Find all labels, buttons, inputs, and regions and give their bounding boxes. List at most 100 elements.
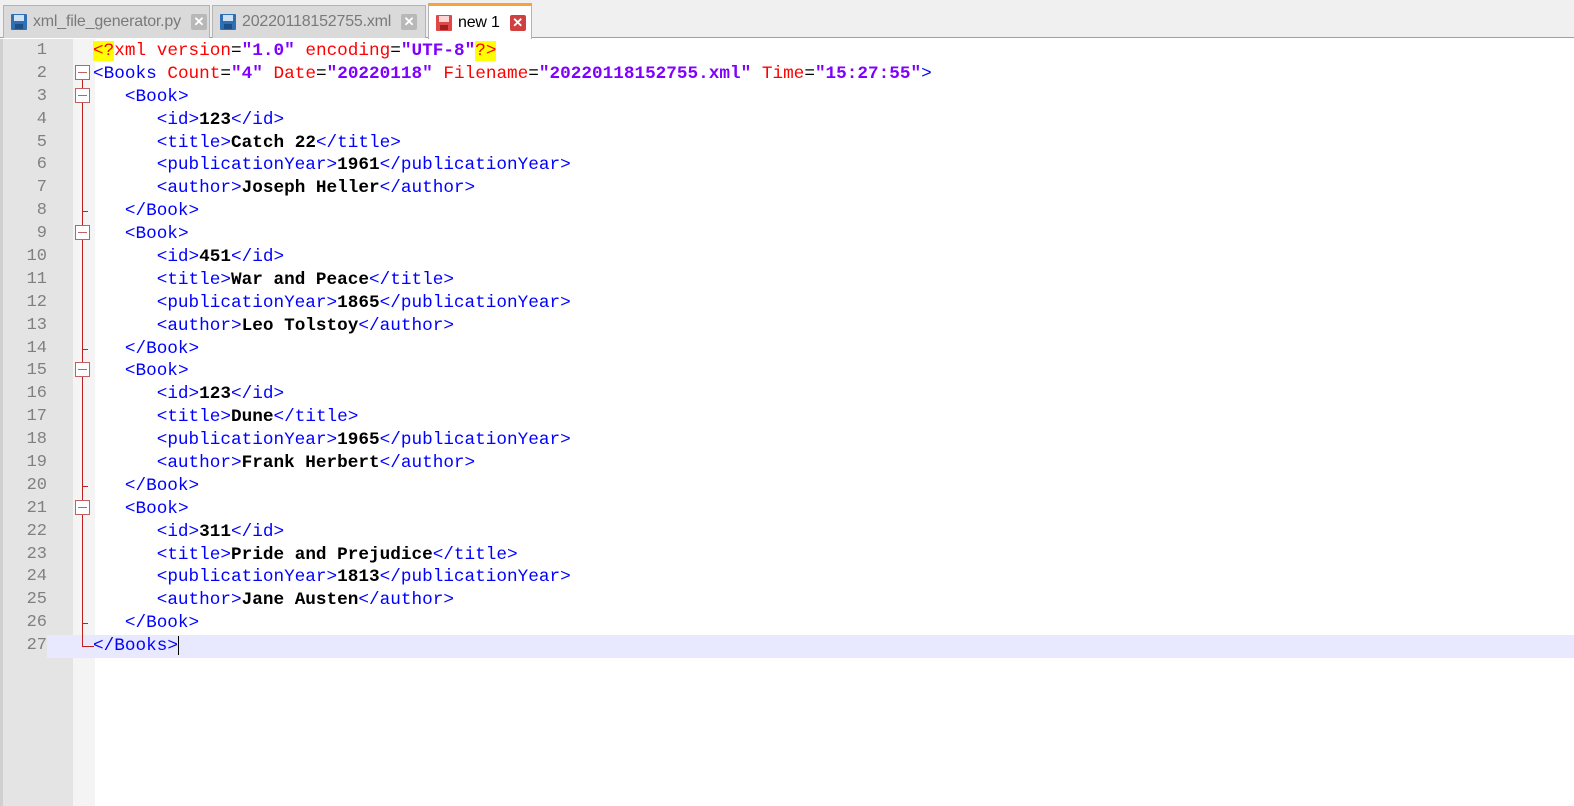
saved-file-icon <box>10 13 28 31</box>
fold-toggle-icon[interactable] <box>73 360 95 384</box>
code-line: 3 <Book> <box>3 85 1574 109</box>
code-line: 1 <?xml version="1.0" encoding="UTF-8"?> <box>3 40 1574 63</box>
code-line: 2 <Books Count="4" Date="20220118" Filen… <box>3 63 1574 86</box>
fold-toggle-icon[interactable] <box>73 85 95 109</box>
line-number: 7 <box>36 178 47 198</box>
code-line: 19 <author>Frank Herbert</author> <box>3 452 1574 476</box>
code-line: 22 <id>311</id> <box>3 520 1574 544</box>
code-text: <id>123</id> <box>156 109 285 130</box>
line-number: 20 <box>26 475 47 495</box>
code-text: </Book> <box>124 201 200 222</box>
code-text: <publicationYear>1865</publicationYear> <box>156 292 571 313</box>
code-text: </Book> <box>124 338 200 359</box>
line-number: 18 <box>26 430 47 450</box>
tab-label: 20220118152755.xml <box>242 13 392 30</box>
line-number: 9 <box>36 224 47 244</box>
code-line: 24 <publicationYear>1813</publicationYea… <box>3 566 1574 590</box>
code-line: 5 <title>Catch 22</title> <box>3 131 1574 155</box>
code-line: 25 <author>Jane Austen</author> <box>3 589 1574 613</box>
code-text: </Book> <box>124 475 200 496</box>
code-line-current: 27 </Books> <box>3 635 1574 659</box>
line-number: 13 <box>26 315 47 335</box>
close-tab-icon[interactable]: ✕ <box>401 14 418 30</box>
code-line: 14 </Book> <box>3 337 1574 361</box>
code-text: <Book> <box>124 361 189 382</box>
code-text: <Book> <box>124 86 189 107</box>
line-number: 1 <box>36 41 47 60</box>
close-tab-icon[interactable]: ✕ <box>190 14 207 30</box>
text-caret <box>177 635 179 655</box>
fold-toggle-icon[interactable] <box>73 223 95 247</box>
code-text: <author>Joseph Heller</author> <box>156 178 476 199</box>
saved-file-icon <box>219 13 237 31</box>
code-text: <author>Frank Herbert</author> <box>156 453 476 474</box>
line-number: 24 <box>26 567 47 587</box>
code-text: <publicationYear>1813</publicationYear> <box>156 567 571 588</box>
fold-none <box>73 40 95 63</box>
line-number: 27 <box>3 635 47 659</box>
line-number: 2 <box>36 63 47 83</box>
code-line: 17 <title>Dune</title> <box>3 406 1574 430</box>
line-number: 25 <box>26 590 47 610</box>
line-number: 17 <box>26 407 47 427</box>
line-number: 6 <box>36 155 47 175</box>
code-text: <id>451</id> <box>156 247 285 268</box>
code-text: <title>Dune</title> <box>156 407 359 428</box>
code-line: 23 <title>Pride and Prejudice</title> <box>3 543 1574 567</box>
code-line: 18 <publicationYear>1965</publicationYea… <box>3 429 1574 453</box>
code-text: <id>123</id> <box>156 384 285 405</box>
line-number: 8 <box>36 201 47 221</box>
code-text: </Book> <box>124 613 200 634</box>
line-number: 23 <box>26 544 47 564</box>
code-line: 11 <title>War and Peace</title> <box>3 268 1574 292</box>
code-line: 4 <id>123</id> <box>3 108 1574 132</box>
code-text: <Book> <box>124 224 189 245</box>
close-tab-icon[interactable]: ✕ <box>509 14 526 31</box>
code-line: 15 <Book> <box>3 360 1574 384</box>
tab-label: xml_file_generator.py <box>33 13 181 30</box>
line-number: 16 <box>26 384 47 404</box>
unsaved-file-icon <box>435 14 453 32</box>
code-line: 16 <id>123</id> <box>3 383 1574 407</box>
code-line: 9 <Book> <box>3 223 1574 247</box>
tab-xml-file-generator[interactable]: xml_file_generator.py ✕ <box>3 5 210 38</box>
code-text: <Book> <box>124 498 189 519</box>
code-line: 10 <id>451</id> <box>3 246 1574 270</box>
line-number: 14 <box>26 338 47 358</box>
line-number: 4 <box>36 109 47 129</box>
line-number: 21 <box>26 498 47 518</box>
code-lines: 1 <?xml version="1.0" encoding="UTF-8"?>… <box>3 40 1574 659</box>
code-line: 6 <publicationYear>1961</publicationYear… <box>3 154 1574 178</box>
code-text: <Books Count="4" Date="20220118" Filenam… <box>93 63 932 84</box>
code-text: <title>Pride and Prejudice</title> <box>156 544 518 565</box>
code-text: <author>Leo Tolstoy</author> <box>156 315 454 336</box>
line-number: 22 <box>26 521 47 541</box>
line-number: 19 <box>26 453 47 473</box>
line-number: 12 <box>26 292 47 312</box>
code-line: 21 <Book> <box>3 497 1574 521</box>
code-line: 20 </Book> <box>3 474 1574 498</box>
code-text: <title>Catch 22</title> <box>156 132 401 153</box>
tab-20220118152755-xml[interactable]: 20220118152755.xml ✕ <box>212 5 426 38</box>
tab-new-1[interactable]: new 1 ✕ <box>428 3 532 39</box>
line-number: 10 <box>26 247 47 267</box>
line-number: 26 <box>26 613 47 633</box>
code-line: 13 <author>Leo Tolstoy</author> <box>3 314 1574 338</box>
line-number: 5 <box>36 132 47 152</box>
code-text: <publicationYear>1965</publicationYear> <box>156 430 571 451</box>
line-number: 15 <box>26 361 47 381</box>
line-number: 11 <box>26 269 47 289</box>
code-text: </Books> <box>93 635 179 657</box>
tab-label: new 1 <box>458 13 500 31</box>
code-text: <id>311</id> <box>156 521 285 542</box>
code-editor[interactable]: 1 <?xml version="1.0" encoding="UTF-8"?>… <box>0 39 1574 806</box>
code-text: <publicationYear>1961</publicationYear> <box>156 155 571 176</box>
line-number: 3 <box>36 86 47 106</box>
code-line: 8 </Book> <box>3 200 1574 224</box>
code-text: <title>War and Peace</title> <box>156 269 454 290</box>
fold-toggle-icon[interactable] <box>73 63 95 86</box>
tab-bar: xml_file_generator.py ✕ 20220118152755.x… <box>0 0 1574 39</box>
fold-toggle-icon[interactable] <box>73 497 95 521</box>
code-line: 26 </Book> <box>3 612 1574 636</box>
code-text: <?xml version="1.0" encoding="UTF-8"?> <box>93 41 497 61</box>
